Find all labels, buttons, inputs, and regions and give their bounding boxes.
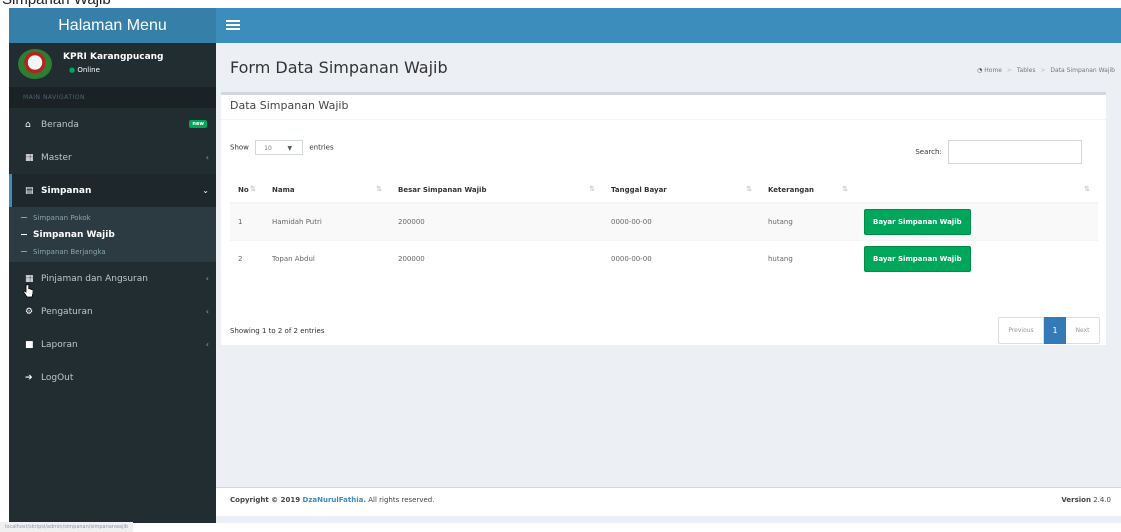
pagination-previous[interactable]: Previous bbox=[998, 317, 1044, 344]
breadcrumb: ◔ Home > Tables > Data Simpanan Wajib bbox=[977, 67, 1115, 74]
sidebar-menu: ⌂ Beranda new ▦ Master ‹ ▤ Simpanan ⌄ Si… bbox=[9, 108, 216, 394]
copyright: Copyright © 2019 DzaNurulFathia. All rig… bbox=[230, 496, 435, 504]
sidebar-item-logout[interactable]: ➔ LogOut bbox=[9, 361, 216, 394]
avatar bbox=[18, 49, 52, 79]
user-status: ● Online bbox=[69, 66, 100, 74]
caret-down-icon: ▼ bbox=[287, 145, 293, 152]
entries-length-control: Show 10 ▼ entries bbox=[230, 140, 334, 155]
top-navbar bbox=[216, 8, 1121, 43]
pagination: Previous 1 Next bbox=[998, 317, 1100, 344]
top-caption: Simpanan Wajib bbox=[0, 0, 1121, 8]
breadcrumb-home[interactable]: Home bbox=[984, 67, 1002, 74]
status-url: localhost/skripsi/admin/simpanan/simpana… bbox=[0, 522, 134, 532]
chevron-left-icon: ‹ bbox=[205, 340, 209, 349]
dashboard-icon: ◔ bbox=[977, 67, 983, 74]
table-icon: ▦ bbox=[25, 273, 34, 284]
breadcrumb-tables[interactable]: Tables bbox=[1017, 67, 1036, 74]
table-row: 1 Hamidah Putri 200000 0000-00-00 hutang… bbox=[230, 202, 1098, 241]
sort-icon: ⇅ bbox=[250, 185, 256, 193]
data-table: No ⇅ Nama ⇅ Besar Simpanan Wajib ⇅ Tanggal … bbox=[230, 178, 1098, 277]
bayar-simpanan-wajib-button[interactable]: Bayar Simpanan Wajib bbox=[864, 209, 971, 235]
content-header: Form Data Simpanan Wajib ◔ Home > Tables… bbox=[216, 43, 1121, 91]
gears-icon: ⚙ bbox=[25, 306, 34, 317]
submenu-item-simpanan-wajib[interactable]: Simpanan Wajib bbox=[9, 226, 216, 243]
box-title: Data Simpanan Wajib bbox=[230, 99, 349, 112]
submenu-item-simpanan-berjangka[interactable]: Simpanan Berjangka bbox=[9, 243, 216, 260]
pagination-next[interactable]: Next bbox=[1066, 317, 1100, 344]
sidebar-item-beranda[interactable]: ⌂ Beranda new bbox=[9, 108, 216, 141]
page-title: Form Data Simpanan Wajib bbox=[230, 58, 448, 77]
col-besar[interactable]: Besar Simpanan Wajib ⇅ bbox=[390, 178, 603, 204]
sort-icon: ⇅ bbox=[842, 185, 848, 193]
user-name: KPRI Karangpucang bbox=[63, 52, 164, 62]
pagination-page-1[interactable]: 1 bbox=[1044, 317, 1066, 344]
bayar-simpanan-wajib-button[interactable]: Bayar Simpanan Wajib bbox=[864, 246, 971, 272]
breadcrumb-current: Data Simpanan Wajib bbox=[1050, 67, 1115, 74]
sidebar-item-laporan[interactable]: ■ Laporan ‹ bbox=[9, 328, 216, 361]
col-tanggal[interactable]: Tanggal Bayar ⇅ bbox=[603, 178, 760, 204]
search-input[interactable] bbox=[948, 140, 1082, 164]
entries-select[interactable]: 10 ▼ bbox=[255, 140, 304, 155]
logo[interactable]: Halaman Menu bbox=[9, 8, 216, 43]
table-row: 2 Topan Abdul 200000 0000-00-00 hutang B… bbox=[230, 240, 1098, 277]
col-action[interactable]: ⇅ bbox=[856, 178, 1098, 204]
sort-icon: ⇅ bbox=[376, 185, 382, 193]
table-header-row: No ⇅ Nama ⇅ Besar Simpanan Wajib ⇅ Tanggal … bbox=[230, 178, 1098, 204]
brand-link[interactable]: DzaNurulFathia. bbox=[303, 496, 367, 504]
footer: Copyright © 2019 DzaNurulFathia. All rig… bbox=[216, 487, 1121, 516]
report-icon: ■ bbox=[25, 339, 34, 350]
sidebar: KPRI Karangpucang ● Online MAIN NAVIGATI… bbox=[9, 43, 216, 523]
sidebar-item-master[interactable]: ▦ Master ‹ bbox=[9, 141, 216, 174]
sidebar-item-pengaturan[interactable]: ⚙ Pengaturan ‹ bbox=[9, 295, 216, 328]
online-dot-icon: ● bbox=[69, 66, 76, 74]
sidebar-item-pinjaman[interactable]: ▦ Pinjaman dan Angsuran ‹ bbox=[9, 262, 216, 295]
chevron-left-icon: ‹ bbox=[205, 153, 209, 162]
hand-cursor-icon bbox=[23, 284, 33, 298]
sort-icon: ⇅ bbox=[1084, 185, 1090, 193]
user-panel: KPRI Karangpucang ● Online bbox=[9, 43, 216, 87]
sidebar-item-simpanan[interactable]: ▤ Simpanan ⌄ bbox=[9, 174, 216, 207]
chevron-down-icon: ⌄ bbox=[202, 186, 209, 195]
sort-icon: ⇅ bbox=[746, 185, 752, 193]
col-keterangan[interactable]: Keterangan ⇅ bbox=[760, 178, 856, 204]
sort-icon: ⇅ bbox=[589, 185, 595, 193]
list-icon: ▤ bbox=[25, 185, 34, 196]
col-no[interactable]: No ⇅ bbox=[230, 178, 264, 204]
submenu-item-simpanan-pokok[interactable]: Simpanan Pokok bbox=[9, 209, 216, 226]
search-control: Search: bbox=[915, 140, 1082, 164]
table-info: Showing 1 to 2 of 2 entries bbox=[230, 327, 325, 335]
chevron-left-icon: ‹ bbox=[205, 274, 209, 283]
version: Version 2.4.0 bbox=[1061, 496, 1111, 504]
chevron-left-icon: ‹ bbox=[205, 307, 209, 316]
submenu-simpanan: Simpanan Pokok Simpanan Wajib Simpanan B… bbox=[9, 207, 216, 262]
new-badge: new bbox=[189, 120, 207, 128]
signout-icon: ➔ bbox=[25, 372, 33, 383]
data-box: Data Simpanan Wajib Show 10 ▼ entries Sea… bbox=[221, 92, 1106, 345]
home-icon: ⌂ bbox=[25, 119, 31, 130]
book-icon: ▦ bbox=[25, 152, 34, 163]
sidebar-header: MAIN NAVIGATION bbox=[9, 87, 216, 108]
sidebar-toggle-icon[interactable] bbox=[226, 18, 240, 32]
col-nama[interactable]: Nama ⇅ bbox=[264, 178, 390, 204]
logo-text: Halaman Menu bbox=[58, 16, 167, 34]
